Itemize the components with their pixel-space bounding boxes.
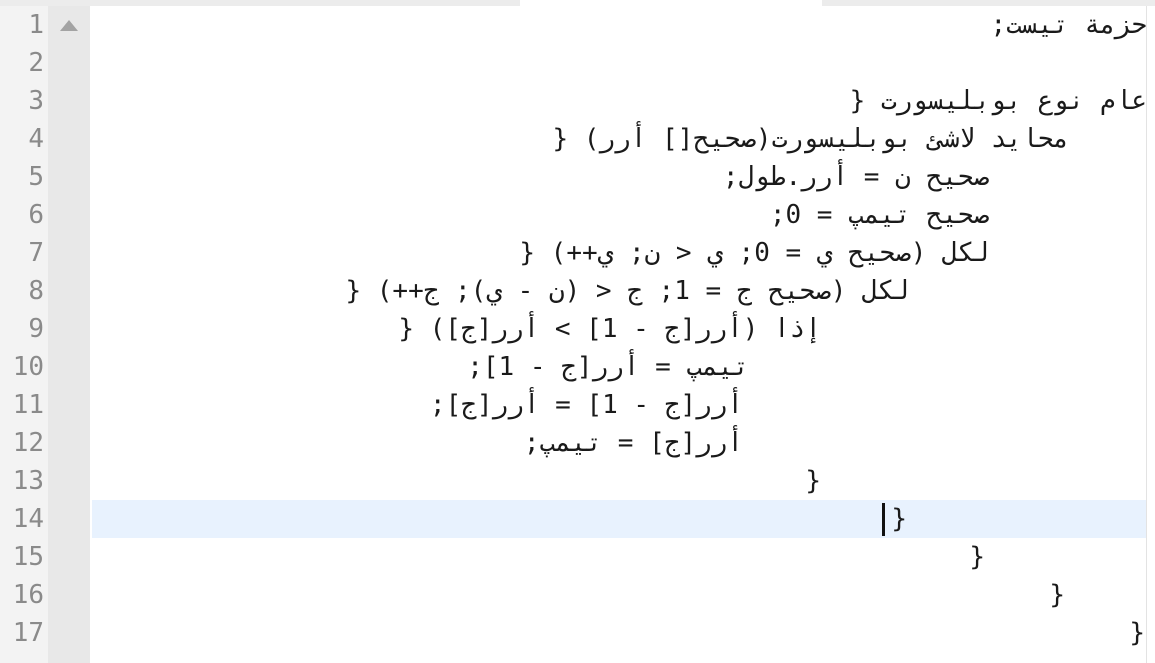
line-number: 3 xyxy=(28,86,44,116)
line-number: 1 xyxy=(28,10,44,40)
code-line[interactable]: } xyxy=(969,538,985,576)
text-caret xyxy=(882,503,885,536)
code-line[interactable]: صحيح تيمپ = 0; xyxy=(770,196,989,234)
code-line[interactable]: محايد لاشئ بوبليسورت(صحيح[] أرر) { xyxy=(552,120,1069,158)
line-number: 9 xyxy=(28,314,44,344)
code-line[interactable]: عام نوع بوبليسورت { xyxy=(850,82,1147,120)
code-line[interactable]: صحيح ن = أرر.طول; xyxy=(723,158,989,196)
line-number: 16 xyxy=(12,580,44,610)
fold-gutter xyxy=(48,6,90,663)
code-line[interactable]: } xyxy=(1129,614,1145,652)
line-number: 2 xyxy=(28,48,44,78)
code-line[interactable]: } xyxy=(805,462,821,500)
code-line[interactable]: } xyxy=(891,500,907,538)
line-number: 8 xyxy=(28,276,44,306)
fold-collapse-icon[interactable] xyxy=(60,20,78,31)
line-number: 17 xyxy=(12,618,44,648)
line-number: 14 xyxy=(12,504,44,534)
line-number: 10 xyxy=(12,352,44,382)
code-line[interactable]: حزمة تيست; xyxy=(990,6,1147,44)
active-tab[interactable] xyxy=(520,0,822,6)
line-number: 15 xyxy=(12,542,44,572)
line-number: 11 xyxy=(12,390,44,420)
code-line[interactable]: تيمپ = أرر[ج - 1]; xyxy=(467,348,749,386)
line-number: 5 xyxy=(28,162,44,192)
code-line[interactable]: لكل (صحيح ي = 0; ي < ن; ي++) { xyxy=(519,234,989,272)
line-number: 6 xyxy=(28,200,44,230)
code-line[interactable]: أرر[ج - 1] = أرر[ج]; xyxy=(430,386,743,424)
tab-bar xyxy=(0,0,1155,6)
line-number: 4 xyxy=(28,124,44,154)
code-line[interactable]: أرر[ج] = تيمپ; xyxy=(524,424,743,462)
line-number: 13 xyxy=(12,466,44,496)
line-number: 7 xyxy=(28,238,44,268)
current-line-highlight xyxy=(92,500,1146,538)
code-line[interactable]: إذا (أرر[ج - 1] > أرر[ج]) { xyxy=(398,310,821,348)
code-line[interactable]: } xyxy=(1049,576,1065,614)
line-number: 12 xyxy=(12,428,44,458)
editor-right-edge xyxy=(1146,6,1155,663)
code-line[interactable]: لكل (صحيح ج = 1; ج < (ن - ي); ج++) { xyxy=(345,272,909,310)
